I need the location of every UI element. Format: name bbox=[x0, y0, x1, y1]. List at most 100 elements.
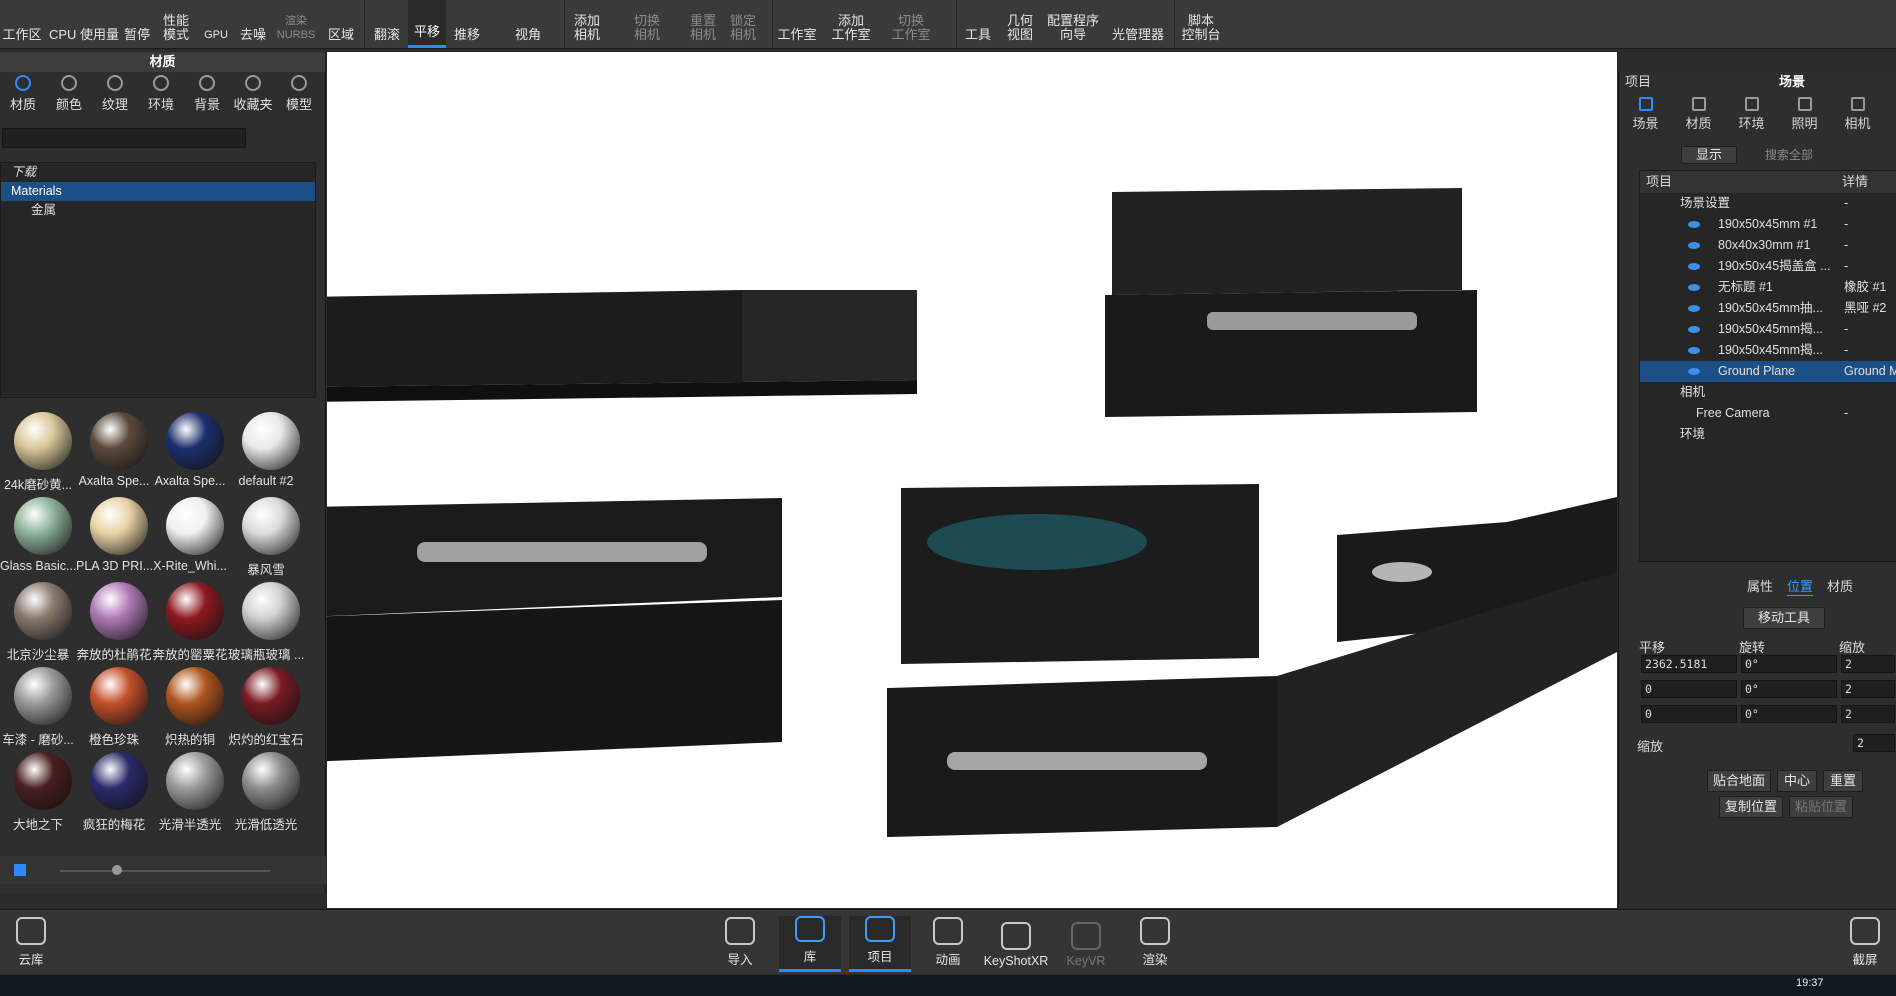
visibility-eye-icon[interactable] bbox=[1688, 263, 1700, 270]
material-thumbnail[interactable]: 炽灼的红宝石 bbox=[228, 667, 304, 752]
scale-y-field[interactable]: 2 bbox=[1841, 680, 1895, 698]
tumble-button[interactable]: 翻滚 bbox=[370, 0, 404, 48]
scale-z-field[interactable]: 2 bbox=[1841, 705, 1895, 723]
slider-handle[interactable] bbox=[112, 865, 122, 875]
subtab-position[interactable]: 位置 bbox=[1787, 576, 1814, 596]
tab-camera[interactable]: 相机 bbox=[1831, 94, 1884, 134]
light-manager-button[interactable]: 光管理器 bbox=[1110, 0, 1166, 48]
screenshot-button[interactable]: 截屏 bbox=[1834, 916, 1896, 972]
visibility-eye-icon[interactable] bbox=[1688, 221, 1700, 228]
rotate-y-field[interactable]: 0° bbox=[1741, 680, 1837, 698]
scene-tree-row[interactable]: 相机 bbox=[1640, 382, 1896, 403]
scene-tree-row[interactable]: 无标题 #1 橡胶 #1 bbox=[1640, 277, 1896, 298]
dolly-button[interactable]: 推移 bbox=[450, 0, 484, 48]
scene-tree-row[interactable]: 80x40x30mm #1 - bbox=[1640, 235, 1896, 256]
rotate-z-field[interactable]: 0° bbox=[1741, 705, 1837, 723]
script-console-button[interactable]: 脚本 控制台 bbox=[1180, 0, 1222, 48]
render-nurbs-button[interactable]: 渲染 NURBS bbox=[277, 0, 316, 48]
subtab-properties[interactable]: 属性 bbox=[1747, 576, 1773, 596]
render-button[interactable]: 渲染 bbox=[1124, 916, 1186, 972]
material-thumbnail[interactable]: 光滑半透光 bbox=[152, 752, 228, 837]
material-thumbnail[interactable]: X-Rite_Whi... bbox=[152, 497, 228, 582]
performance-mode-button[interactable]: 性能 模式 bbox=[160, 0, 192, 48]
tree-item-download[interactable]: 下载 bbox=[1, 163, 315, 182]
tab-scene[interactable]: 场景 bbox=[1619, 94, 1672, 134]
visibility-eye-icon[interactable] bbox=[1688, 242, 1700, 249]
scene-search-input[interactable]: 搜索全部 bbox=[1749, 146, 1895, 164]
pause-button[interactable]: 暂停 bbox=[122, 0, 152, 48]
tab-favorites[interactable]: 收藏夹 bbox=[230, 74, 276, 116]
material-thumbnail[interactable]: 奔放的罂粟花 bbox=[152, 582, 228, 667]
tab-environments[interactable]: 环境 bbox=[138, 74, 184, 116]
material-thumbnail[interactable]: 大地之下 bbox=[0, 752, 76, 837]
tab-lighting[interactable]: 照明 bbox=[1778, 94, 1831, 134]
scale-x-field[interactable]: 2 bbox=[1841, 655, 1895, 673]
paste-position-button[interactable]: 粘贴位置 bbox=[1789, 796, 1853, 818]
tools-button[interactable]: 工具 bbox=[962, 0, 994, 48]
scene-tree-row[interactable]: 190x50x45mm揭... - bbox=[1640, 319, 1896, 340]
material-thumbnail[interactable]: 光滑低透光 bbox=[228, 752, 304, 837]
thumbnail-size-slider[interactable] bbox=[60, 870, 270, 872]
configurator-wizard-button[interactable]: 配置程序 向导 bbox=[1044, 0, 1102, 48]
rotate-x-field[interactable]: 0° bbox=[1741, 655, 1837, 673]
perspective-button[interactable]: 视角 bbox=[510, 0, 546, 48]
show-toggle[interactable]: 显示 bbox=[1681, 146, 1737, 164]
visibility-eye-icon[interactable] bbox=[1688, 326, 1700, 333]
library-search-input[interactable] bbox=[2, 128, 246, 148]
material-thumbnail[interactable]: default #2 bbox=[228, 412, 304, 497]
reset-camera-button[interactable]: 重置 相机 bbox=[686, 0, 720, 48]
cloud-library-button[interactable]: 云库 bbox=[0, 916, 62, 972]
lock-camera-button[interactable]: 锁定 相机 bbox=[726, 0, 760, 48]
material-thumbnail[interactable]: 疯狂的梅花 bbox=[76, 752, 152, 837]
visibility-eye-icon[interactable] bbox=[1688, 284, 1700, 291]
gpu-button[interactable]: GPU bbox=[202, 0, 230, 48]
center-button[interactable]: 中心 bbox=[1777, 770, 1817, 792]
scene-tree-row[interactable]: 190x50x45mm揭... - bbox=[1640, 340, 1896, 361]
uniform-scale-field[interactable]: 2 bbox=[1853, 734, 1895, 752]
material-thumbnail[interactable]: 奔放的杜鹃花 bbox=[76, 582, 152, 667]
add-studio-button[interactable]: 添加 工作室 bbox=[828, 0, 874, 48]
move-tool-button[interactable]: 移动工具 bbox=[1743, 607, 1825, 629]
project-button[interactable]: 项目 bbox=[849, 916, 911, 972]
material-thumbnail[interactable]: PLA 3D PRI... bbox=[76, 497, 152, 582]
tree-item-metal[interactable]: 金属 bbox=[1, 201, 315, 220]
geometry-view-button[interactable]: 几何 视图 bbox=[1004, 0, 1036, 48]
render-viewport[interactable] bbox=[327, 52, 1617, 908]
scene-tree-row[interactable]: 环境 bbox=[1640, 424, 1896, 445]
scene-tree-row[interactable]: Ground Plane Ground M bbox=[1640, 361, 1896, 382]
denoise-button[interactable]: 去噪 bbox=[238, 0, 268, 48]
add-camera-button[interactable]: 添加 相机 bbox=[570, 0, 604, 48]
region-button[interactable]: 区域 bbox=[326, 0, 356, 48]
switch-studio-button[interactable]: 切换 工作室 bbox=[888, 0, 934, 48]
tree-item-materials[interactable]: Materials bbox=[1, 182, 315, 201]
scene-tree-row[interactable]: 190x50x45揭盖盒 ... - bbox=[1640, 256, 1896, 277]
library-button[interactable]: 库 bbox=[779, 916, 841, 972]
visibility-eye-icon[interactable] bbox=[1688, 347, 1700, 354]
visibility-eye-icon[interactable] bbox=[1688, 305, 1700, 312]
keyshotxr-button[interactable]: KeyShotXR bbox=[984, 916, 1048, 972]
workspace-button[interactable]: 工作区 bbox=[2, 0, 42, 48]
tab-models[interactable]: 模型 bbox=[276, 74, 322, 116]
cpu-usage-button[interactable]: CPU 使用量 bbox=[48, 0, 120, 48]
translate-x-field[interactable]: 2362.5181 bbox=[1641, 655, 1737, 673]
tab-material[interactable]: 材质 bbox=[1672, 94, 1725, 134]
pan-button[interactable]: 平移 bbox=[408, 0, 446, 48]
tab-backgrounds[interactable]: 背景 bbox=[184, 74, 230, 116]
material-thumbnail[interactable]: 暴风雪 bbox=[228, 497, 304, 582]
material-thumbnail[interactable]: 橙色珍珠 bbox=[76, 667, 152, 752]
scene-tree-row[interactable]: Free Camera - bbox=[1640, 403, 1896, 424]
material-thumbnail[interactable]: Axalta Spe... bbox=[76, 412, 152, 497]
translate-z-field[interactable]: 0 bbox=[1641, 705, 1737, 723]
animation-button[interactable]: 动画 bbox=[917, 916, 979, 972]
studio-button[interactable]: 工作室 bbox=[776, 0, 818, 48]
subtab-material[interactable]: 材质 bbox=[1827, 576, 1853, 596]
material-thumbnail[interactable]: 炽热的铜 bbox=[152, 667, 228, 752]
import-button[interactable]: 导入 bbox=[709, 916, 771, 972]
switch-camera-button[interactable]: 切换 相机 bbox=[630, 0, 664, 48]
material-thumbnail[interactable]: Axalta Spe... bbox=[152, 412, 228, 497]
scene-tree-row[interactable]: 190x50x45mm抽... 黑哑 #2 bbox=[1640, 298, 1896, 319]
grid-view-icon[interactable] bbox=[14, 864, 26, 876]
tab-materials[interactable]: 材质 bbox=[0, 74, 46, 116]
tab-textures[interactable]: 纹理 bbox=[92, 74, 138, 116]
copy-position-button[interactable]: 复制位置 bbox=[1719, 796, 1783, 818]
